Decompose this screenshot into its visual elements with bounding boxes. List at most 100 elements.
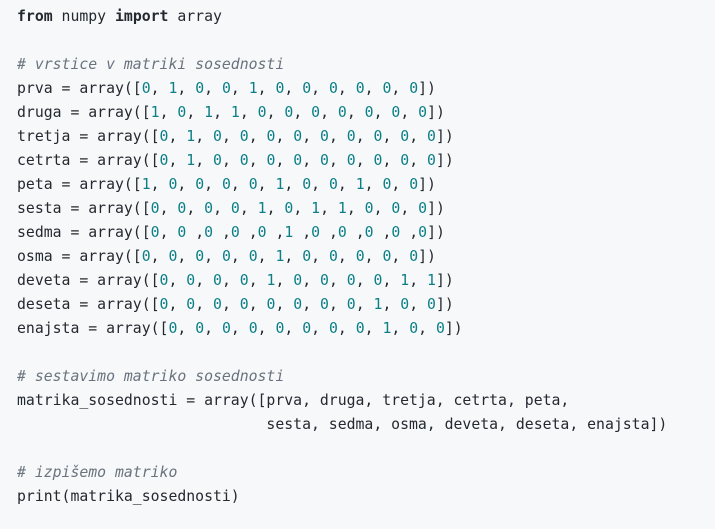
- number-token: 0: [248, 248, 258, 265]
- number-token: 0: [346, 272, 356, 289]
- code-token: ,: [382, 296, 401, 313]
- code-token: ,: [204, 248, 222, 265]
- code-token: ,: [355, 272, 374, 289]
- code-token: ,: [248, 128, 267, 145]
- code-token: ,: [195, 128, 214, 145]
- number-token: 1: [400, 272, 410, 289]
- number-token: 0: [400, 296, 410, 313]
- code-token: ,: [364, 248, 383, 265]
- number-token: 0: [427, 152, 436, 169]
- code-token: ,: [373, 224, 392, 241]
- code-token: ,: [213, 224, 231, 241]
- number-token: 0: [150, 224, 160, 241]
- number-token: 1: [284, 224, 294, 241]
- code-token: ,: [230, 248, 249, 265]
- code-token: ,: [302, 296, 321, 313]
- code-token: ,: [159, 224, 178, 241]
- number-token: 0: [239, 272, 249, 289]
- number-token: 0: [409, 320, 419, 337]
- code-token: ]): [427, 104, 445, 121]
- code-token: deveta = array([: [17, 272, 160, 289]
- number-token: 0: [364, 200, 374, 217]
- code-token: ,: [248, 152, 267, 169]
- number-token: 0: [435, 320, 445, 337]
- code-token: ,: [195, 272, 214, 289]
- code-token: ,: [239, 224, 258, 241]
- code-token: peta = array([: [17, 176, 142, 193]
- code-token: matrika_sosednosti = array([prva, druga,…: [17, 392, 570, 409]
- code-token: ,: [230, 80, 249, 97]
- code-token: ,: [391, 248, 410, 265]
- number-token: 0: [213, 272, 222, 289]
- number-token: 0: [195, 80, 205, 97]
- number-token: 0: [221, 320, 231, 337]
- code-token: ,: [337, 80, 356, 97]
- code-token: ,: [159, 200, 178, 217]
- code-token: ,: [150, 80, 169, 97]
- code-token: ,: [257, 80, 276, 97]
- number-token: 0: [213, 152, 222, 169]
- code-token: ,: [177, 320, 196, 337]
- code-token: ,: [266, 104, 285, 121]
- number-token: 0: [418, 104, 428, 121]
- code-token: ,: [400, 200, 419, 217]
- number-token: 0: [150, 200, 160, 217]
- code-token: ,: [337, 320, 356, 337]
- number-token: 0: [213, 128, 222, 145]
- code-token: ,: [311, 320, 329, 337]
- code-token: cetrta = array([: [17, 152, 160, 169]
- number-token: 0: [195, 176, 205, 193]
- number-token: 1: [427, 272, 436, 289]
- code-line: sedma = array([0, 0 ,0 ,0 ,0 ,1 ,0 ,0 ,0…: [17, 221, 667, 245]
- number-token: 0: [427, 128, 436, 145]
- code-token: ]): [418, 80, 436, 97]
- number-token: 1: [248, 80, 258, 97]
- code-token: ,: [213, 104, 231, 121]
- code-token: ,: [204, 320, 222, 337]
- code-token: ,: [409, 296, 428, 313]
- code-token: ,: [195, 296, 214, 313]
- number-token: 0: [328, 176, 338, 193]
- code-token: ,: [257, 248, 276, 265]
- code-token: array: [168, 8, 222, 25]
- code-token: ,: [328, 152, 347, 169]
- number-token: 1: [337, 200, 347, 217]
- code-token: ,: [382, 152, 401, 169]
- number-token: 0: [328, 248, 338, 265]
- code-content: from numpy import array # vrstice v matri…: [17, 5, 667, 509]
- code-line: peta = array([1, 0, 0, 0, 0, 1, 0, 0, 1,…: [17, 173, 667, 197]
- number-token: 0: [328, 320, 338, 337]
- number-token: 0: [346, 128, 356, 145]
- code-line: cetrta = array([0, 1, 0, 0, 0, 0, 0, 0, …: [17, 149, 667, 173]
- code-token: ]): [435, 128, 454, 145]
- comment-token: # izpišemo matriko: [17, 464, 178, 481]
- code-token: ]): [427, 224, 445, 241]
- code-line: from numpy import array: [17, 5, 667, 29]
- code-token: druga = array([: [17, 104, 151, 121]
- code-line: enajsta = array([0, 0, 0, 0, 0, 0, 0, 0,…: [17, 317, 667, 341]
- number-token: 0: [221, 176, 231, 193]
- code-token: ,: [257, 176, 276, 193]
- code-token: ,: [221, 296, 240, 313]
- code-line: druga = array([1, 0, 1, 1, 0, 0, 0, 0, 0…: [17, 101, 667, 125]
- number-token: 0: [177, 104, 187, 121]
- code-token: ,: [284, 80, 303, 97]
- code-token: ,: [311, 248, 329, 265]
- code-token: ,: [248, 272, 267, 289]
- number-token: 0: [302, 176, 312, 193]
- code-token: ,: [328, 272, 347, 289]
- number-token: 0: [355, 320, 365, 337]
- number-token: 0: [230, 224, 240, 241]
- number-token: 0: [409, 80, 419, 97]
- code-token: ]): [418, 248, 436, 265]
- number-token: 0: [400, 152, 410, 169]
- number-token: 0: [221, 248, 231, 265]
- number-token: 0: [409, 248, 419, 265]
- code-token: print(matrika_sosednosti): [17, 488, 240, 505]
- code-token: ,: [293, 200, 312, 217]
- code-token: ,: [311, 176, 329, 193]
- keyword-token: import: [115, 8, 169, 25]
- code-token: prva = array([: [17, 80, 142, 97]
- code-token: ,: [168, 152, 187, 169]
- keyword-token: from: [17, 8, 53, 25]
